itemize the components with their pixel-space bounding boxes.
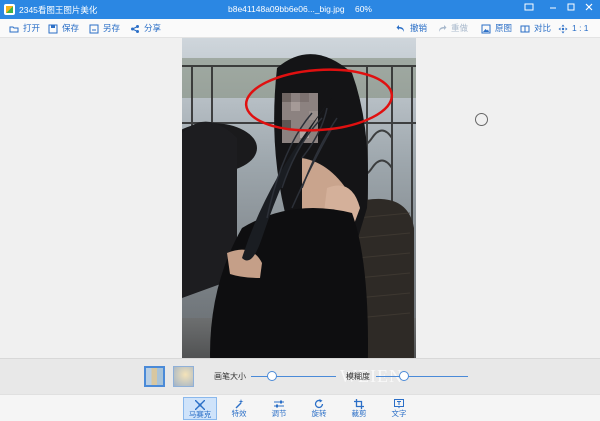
save-as-icon	[89, 24, 99, 33]
move-icon	[558, 24, 568, 33]
maximize-icon	[567, 3, 575, 11]
close-button[interactable]	[577, 0, 600, 19]
share-button[interactable]: 分享	[130, 22, 161, 35]
photo-image	[182, 38, 416, 390]
share-icon	[131, 24, 139, 33]
compare-label: 对比	[534, 23, 552, 33]
zoom-level: 60%	[354, 4, 372, 14]
undo-label: 撤销	[410, 23, 428, 33]
tool-effects-label: 特效	[231, 409, 247, 418]
tool-mosaic[interactable]: 马赛克	[183, 397, 217, 420]
save-as-button[interactable]: 另存	[89, 22, 120, 35]
compare-icon	[520, 25, 530, 32]
redo-button[interactable]: 重做	[437, 22, 468, 35]
brush-options-panel: 画笔大小 WEIEN 模糊度	[0, 358, 600, 394]
mosaic-style-thumb-2[interactable]	[173, 366, 194, 387]
share-label: 分享	[144, 23, 162, 33]
original-label: 原图	[495, 23, 513, 33]
undo-icon	[396, 24, 404, 32]
minimize-icon	[550, 7, 556, 9]
tool-effects[interactable]: 特效	[222, 397, 256, 420]
save-button[interactable]: 保存	[48, 22, 79, 35]
close-icon	[585, 3, 593, 11]
actual-size-label: 1 : 1	[572, 23, 589, 33]
edited-photo[interactable]	[182, 38, 416, 390]
brush-size-label: 画笔大小	[214, 372, 246, 381]
tool-adjust-label: 调节	[271, 409, 287, 418]
redo-icon	[439, 24, 447, 32]
text-icon	[394, 399, 404, 409]
undo-button[interactable]: 撤销	[396, 22, 427, 35]
tool-mosaic-label: 马赛克	[188, 410, 212, 419]
save-as-label: 另存	[103, 23, 121, 33]
toolbar: 打开 保存 另存 分享 撤销 重做 原图 对比 1 : 1	[0, 19, 600, 38]
sliders-icon	[274, 400, 284, 408]
save-icon	[48, 24, 58, 33]
mosaic-icon	[195, 400, 205, 410]
compare-button[interactable]: 对比	[520, 22, 551, 35]
crop-icon	[354, 399, 364, 409]
save-label: 保存	[62, 23, 80, 33]
brush-size-track[interactable]	[251, 376, 336, 377]
redo-label: 重做	[451, 23, 469, 33]
brush-cursor	[475, 113, 488, 126]
tool-text[interactable]: 文字	[382, 397, 416, 420]
mosaic-area	[282, 93, 318, 143]
skin-button[interactable]	[517, 0, 541, 19]
tool-rotate-label: 旋转	[311, 409, 327, 418]
open-label: 打开	[23, 23, 41, 33]
edit-tools-bar: 马赛克 特效 调节 旋转 裁剪 文字	[0, 394, 600, 421]
tool-text-label: 文字	[391, 409, 407, 418]
original-button[interactable]: 原图	[481, 22, 512, 35]
title-bar: 2345看图王图片美化 b8e41148a09bb6e06..._big.jpg…	[0, 0, 600, 19]
blur-slider-knob[interactable]	[398, 371, 409, 381]
magic-wand-icon	[235, 399, 244, 409]
open-button[interactable]: 打开	[9, 22, 40, 35]
folder-icon	[9, 26, 19, 32]
tool-crop-label: 裁剪	[351, 409, 367, 418]
blur-track[interactable]	[376, 376, 468, 377]
skin-icon	[524, 3, 534, 11]
image-icon	[481, 24, 491, 33]
actual-size-button[interactable]: 1 : 1	[558, 22, 589, 35]
tool-adjust[interactable]: 调节	[262, 397, 296, 420]
file-title: b8e41148a09bb6e06..._big.jpg 60%	[0, 4, 600, 14]
tool-crop[interactable]: 裁剪	[342, 397, 376, 420]
tool-rotate[interactable]: 旋转	[302, 397, 336, 420]
brush-size-slider-knob[interactable]	[267, 371, 278, 381]
mosaic-style-thumb-1[interactable]	[144, 366, 165, 387]
blur-label: 模糊度	[346, 372, 370, 381]
rotate-icon	[314, 399, 324, 409]
file-name: b8e41148a09bb6e06..._big.jpg	[228, 4, 345, 14]
image-canvas[interactable]	[0, 38, 600, 390]
